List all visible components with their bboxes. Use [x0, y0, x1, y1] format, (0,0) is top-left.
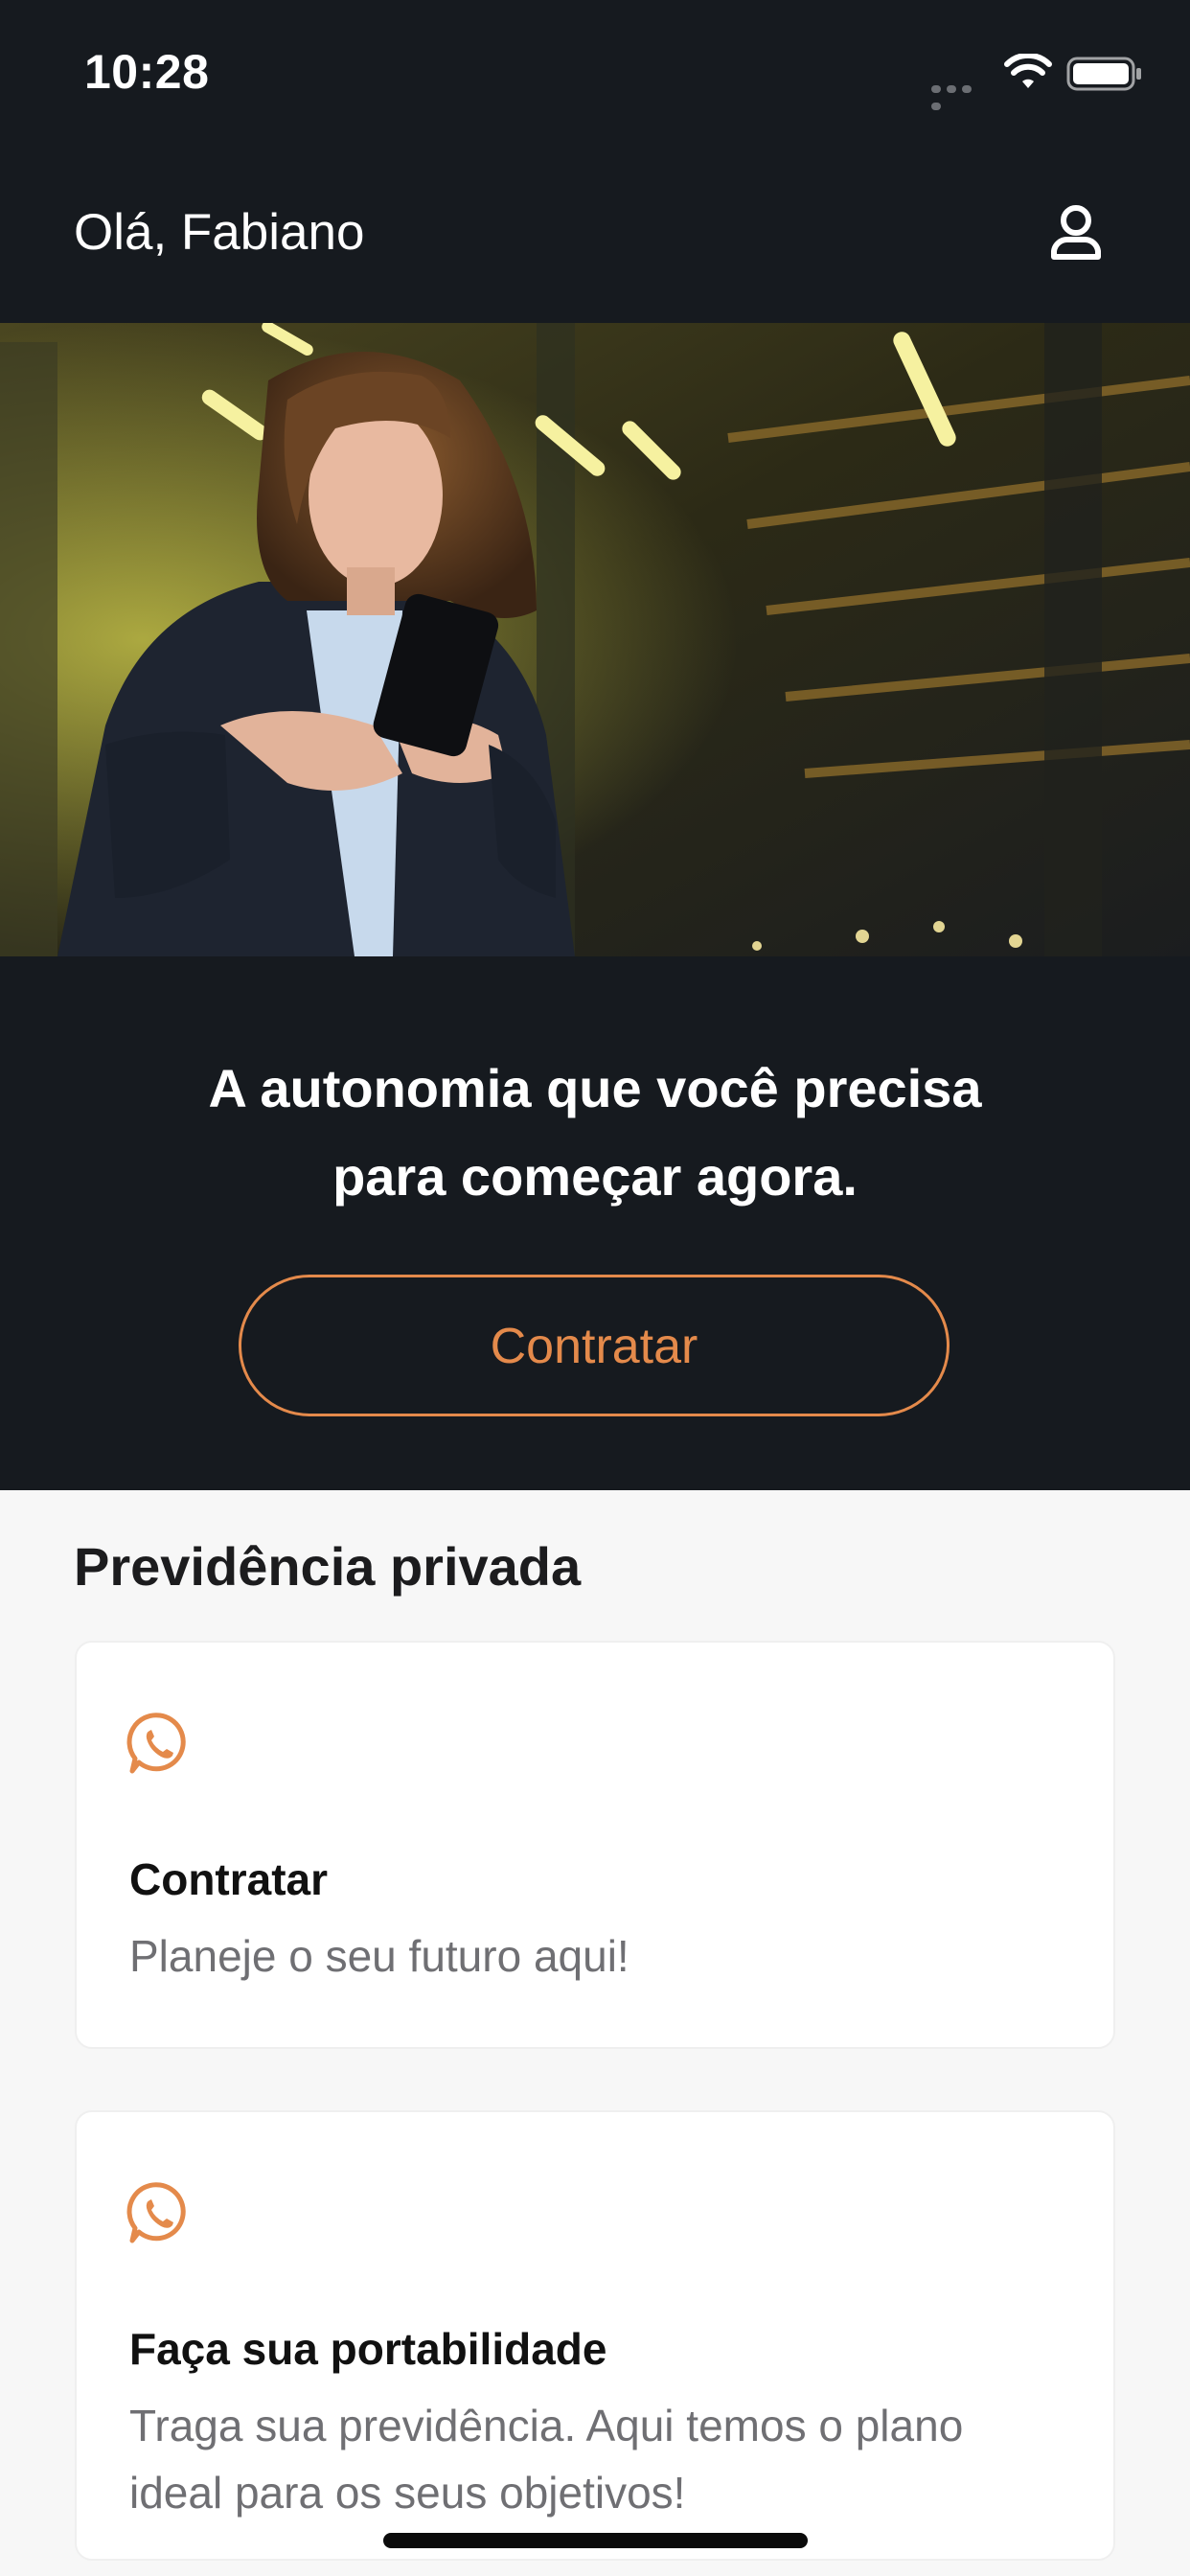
user-icon [1051, 205, 1101, 260]
whatsapp-icon [126, 2182, 186, 2243]
signal-icon [931, 80, 987, 110]
contratar-button[interactable]: Contratar [239, 1275, 950, 1416]
section-title: Previdência privada [74, 1536, 582, 1597]
card-contratar[interactable]: Contratar Planeje o seu futuro aqui! [75, 1641, 1115, 2049]
home-indicator[interactable] [383, 2533, 808, 2548]
hero-image [0, 323, 1190, 956]
status-time: 10:28 [84, 45, 210, 99]
card-portabilidade[interactable]: Faça sua portabilidade Traga sua previdê… [75, 2110, 1115, 2561]
battery-icon [1066, 57, 1141, 91]
woman-using-phone-photo [0, 323, 1190, 956]
header: Olá, Fabiano [0, 182, 1190, 288]
card-title: Faça sua portabilidade [129, 2324, 607, 2374]
status-bar: 10:28 [0, 0, 1190, 144]
promo-text: A autonomia que você precisa para começa… [0, 1045, 1190, 1221]
card-description: Traga sua previdência. Aqui temos o plan… [129, 2401, 964, 2518]
promo-line-1: A autonomia que você precisa [208, 1058, 982, 1118]
profile-button[interactable] [1044, 201, 1108, 264]
greeting-text: Olá, Fabiano [74, 204, 365, 261]
card-title: Contratar [129, 1854, 329, 1904]
card-description: Planeje o seu futuro aqui! [129, 1931, 629, 1981]
whatsapp-icon [126, 1713, 186, 1774]
promo-line-2: para começar agora. [332, 1146, 858, 1207]
wifi-icon [1004, 54, 1052, 88]
